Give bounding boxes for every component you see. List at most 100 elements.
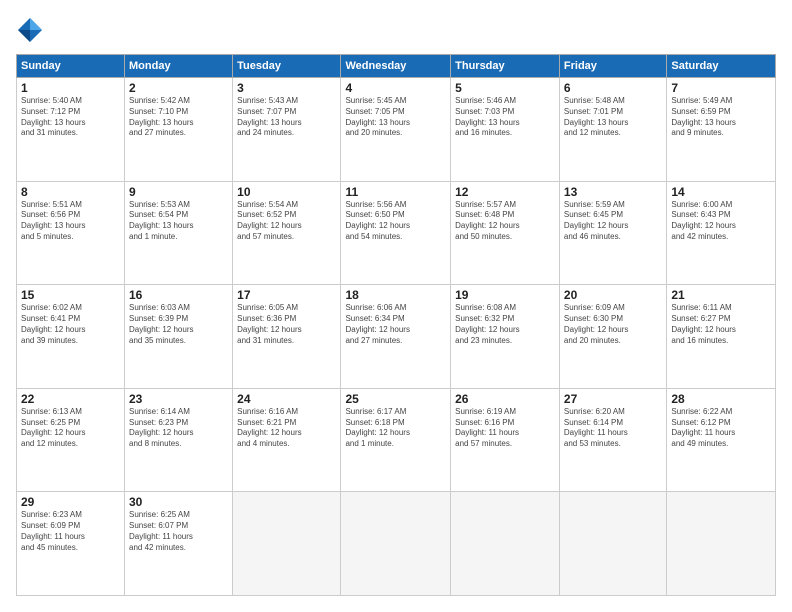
calendar-row: 8Sunrise: 5:51 AM Sunset: 6:56 PM Daylig…: [17, 181, 776, 285]
weekday-header-monday: Monday: [125, 55, 233, 78]
weekday-header-thursday: Thursday: [451, 55, 560, 78]
day-info: Sunrise: 6:25 AM Sunset: 6:07 PM Dayligh…: [129, 510, 228, 553]
empty-cell: [341, 492, 451, 596]
day-number: 13: [564, 185, 662, 199]
day-number: 15: [21, 288, 120, 302]
day-cell-23: 23Sunrise: 6:14 AM Sunset: 6:23 PM Dayli…: [125, 388, 233, 492]
day-cell-29: 29Sunrise: 6:23 AM Sunset: 6:09 PM Dayli…: [17, 492, 125, 596]
day-info: Sunrise: 5:51 AM Sunset: 6:56 PM Dayligh…: [21, 200, 120, 243]
day-info: Sunrise: 6:08 AM Sunset: 6:32 PM Dayligh…: [455, 303, 555, 346]
day-info: Sunrise: 5:49 AM Sunset: 6:59 PM Dayligh…: [671, 96, 771, 139]
day-info: Sunrise: 5:46 AM Sunset: 7:03 PM Dayligh…: [455, 96, 555, 139]
day-number: 28: [671, 392, 771, 406]
day-info: Sunrise: 6:05 AM Sunset: 6:36 PM Dayligh…: [237, 303, 336, 346]
day-number: 16: [129, 288, 228, 302]
day-number: 21: [671, 288, 771, 302]
day-info: Sunrise: 5:40 AM Sunset: 7:12 PM Dayligh…: [21, 96, 120, 139]
day-number: 30: [129, 495, 228, 509]
day-number: 11: [345, 185, 446, 199]
day-cell-30: 30Sunrise: 6:25 AM Sunset: 6:07 PM Dayli…: [125, 492, 233, 596]
day-info: Sunrise: 6:14 AM Sunset: 6:23 PM Dayligh…: [129, 407, 228, 450]
day-info: Sunrise: 6:22 AM Sunset: 6:12 PM Dayligh…: [671, 407, 771, 450]
calendar-row: 29Sunrise: 6:23 AM Sunset: 6:09 PM Dayli…: [17, 492, 776, 596]
day-cell-26: 26Sunrise: 6:19 AM Sunset: 6:16 PM Dayli…: [451, 388, 560, 492]
calendar-table: SundayMondayTuesdayWednesdayThursdayFrid…: [16, 54, 776, 596]
day-info: Sunrise: 5:43 AM Sunset: 7:07 PM Dayligh…: [237, 96, 336, 139]
day-number: 5: [455, 81, 555, 95]
empty-cell: [667, 492, 776, 596]
day-number: 29: [21, 495, 120, 509]
day-number: 23: [129, 392, 228, 406]
day-info: Sunrise: 5:56 AM Sunset: 6:50 PM Dayligh…: [345, 200, 446, 243]
day-number: 20: [564, 288, 662, 302]
day-cell-13: 13Sunrise: 5:59 AM Sunset: 6:45 PM Dayli…: [559, 181, 666, 285]
day-cell-19: 19Sunrise: 6:08 AM Sunset: 6:32 PM Dayli…: [451, 285, 560, 389]
day-info: Sunrise: 6:02 AM Sunset: 6:41 PM Dayligh…: [21, 303, 120, 346]
day-number: 4: [345, 81, 446, 95]
day-number: 10: [237, 185, 336, 199]
day-cell-1: 1Sunrise: 5:40 AM Sunset: 7:12 PM Daylig…: [17, 78, 125, 182]
header: [16, 16, 776, 44]
day-cell-2: 2Sunrise: 5:42 AM Sunset: 7:10 PM Daylig…: [125, 78, 233, 182]
day-cell-28: 28Sunrise: 6:22 AM Sunset: 6:12 PM Dayli…: [667, 388, 776, 492]
day-cell-9: 9Sunrise: 5:53 AM Sunset: 6:54 PM Daylig…: [125, 181, 233, 285]
day-info: Sunrise: 6:00 AM Sunset: 6:43 PM Dayligh…: [671, 200, 771, 243]
weekday-header-sunday: Sunday: [17, 55, 125, 78]
day-number: 22: [21, 392, 120, 406]
day-number: 8: [21, 185, 120, 199]
empty-cell: [233, 492, 341, 596]
day-cell-5: 5Sunrise: 5:46 AM Sunset: 7:03 PM Daylig…: [451, 78, 560, 182]
day-number: 6: [564, 81, 662, 95]
day-cell-15: 15Sunrise: 6:02 AM Sunset: 6:41 PM Dayli…: [17, 285, 125, 389]
day-info: Sunrise: 6:09 AM Sunset: 6:30 PM Dayligh…: [564, 303, 662, 346]
day-info: Sunrise: 6:23 AM Sunset: 6:09 PM Dayligh…: [21, 510, 120, 553]
day-cell-21: 21Sunrise: 6:11 AM Sunset: 6:27 PM Dayli…: [667, 285, 776, 389]
empty-cell: [451, 492, 560, 596]
day-number: 24: [237, 392, 336, 406]
day-cell-25: 25Sunrise: 6:17 AM Sunset: 6:18 PM Dayli…: [341, 388, 451, 492]
day-cell-22: 22Sunrise: 6:13 AM Sunset: 6:25 PM Dayli…: [17, 388, 125, 492]
day-cell-24: 24Sunrise: 6:16 AM Sunset: 6:21 PM Dayli…: [233, 388, 341, 492]
day-info: Sunrise: 6:19 AM Sunset: 6:16 PM Dayligh…: [455, 407, 555, 450]
day-info: Sunrise: 5:42 AM Sunset: 7:10 PM Dayligh…: [129, 96, 228, 139]
day-info: Sunrise: 6:03 AM Sunset: 6:39 PM Dayligh…: [129, 303, 228, 346]
day-number: 27: [564, 392, 662, 406]
page: SundayMondayTuesdayWednesdayThursdayFrid…: [0, 0, 792, 612]
day-number: 3: [237, 81, 336, 95]
logo-icon: [16, 16, 44, 44]
logo: [16, 16, 48, 44]
day-cell-12: 12Sunrise: 5:57 AM Sunset: 6:48 PM Dayli…: [451, 181, 560, 285]
weekday-header-wednesday: Wednesday: [341, 55, 451, 78]
day-number: 1: [21, 81, 120, 95]
day-cell-20: 20Sunrise: 6:09 AM Sunset: 6:30 PM Dayli…: [559, 285, 666, 389]
calendar-row: 1Sunrise: 5:40 AM Sunset: 7:12 PM Daylig…: [17, 78, 776, 182]
weekday-header-saturday: Saturday: [667, 55, 776, 78]
weekday-header-friday: Friday: [559, 55, 666, 78]
day-info: Sunrise: 6:16 AM Sunset: 6:21 PM Dayligh…: [237, 407, 336, 450]
day-number: 2: [129, 81, 228, 95]
calendar-row: 15Sunrise: 6:02 AM Sunset: 6:41 PM Dayli…: [17, 285, 776, 389]
weekday-header-tuesday: Tuesday: [233, 55, 341, 78]
day-number: 9: [129, 185, 228, 199]
day-info: Sunrise: 6:06 AM Sunset: 6:34 PM Dayligh…: [345, 303, 446, 346]
day-info: Sunrise: 5:54 AM Sunset: 6:52 PM Dayligh…: [237, 200, 336, 243]
day-info: Sunrise: 6:11 AM Sunset: 6:27 PM Dayligh…: [671, 303, 771, 346]
day-cell-10: 10Sunrise: 5:54 AM Sunset: 6:52 PM Dayli…: [233, 181, 341, 285]
day-cell-7: 7Sunrise: 5:49 AM Sunset: 6:59 PM Daylig…: [667, 78, 776, 182]
day-cell-8: 8Sunrise: 5:51 AM Sunset: 6:56 PM Daylig…: [17, 181, 125, 285]
day-cell-4: 4Sunrise: 5:45 AM Sunset: 7:05 PM Daylig…: [341, 78, 451, 182]
day-info: Sunrise: 5:57 AM Sunset: 6:48 PM Dayligh…: [455, 200, 555, 243]
day-cell-3: 3Sunrise: 5:43 AM Sunset: 7:07 PM Daylig…: [233, 78, 341, 182]
day-cell-18: 18Sunrise: 6:06 AM Sunset: 6:34 PM Dayli…: [341, 285, 451, 389]
day-number: 25: [345, 392, 446, 406]
day-cell-11: 11Sunrise: 5:56 AM Sunset: 6:50 PM Dayli…: [341, 181, 451, 285]
day-info: Sunrise: 5:53 AM Sunset: 6:54 PM Dayligh…: [129, 200, 228, 243]
day-info: Sunrise: 5:59 AM Sunset: 6:45 PM Dayligh…: [564, 200, 662, 243]
day-cell-6: 6Sunrise: 5:48 AM Sunset: 7:01 PM Daylig…: [559, 78, 666, 182]
calendar-row: 22Sunrise: 6:13 AM Sunset: 6:25 PM Dayli…: [17, 388, 776, 492]
day-info: Sunrise: 6:13 AM Sunset: 6:25 PM Dayligh…: [21, 407, 120, 450]
day-number: 19: [455, 288, 555, 302]
day-info: Sunrise: 5:45 AM Sunset: 7:05 PM Dayligh…: [345, 96, 446, 139]
day-info: Sunrise: 5:48 AM Sunset: 7:01 PM Dayligh…: [564, 96, 662, 139]
day-number: 17: [237, 288, 336, 302]
